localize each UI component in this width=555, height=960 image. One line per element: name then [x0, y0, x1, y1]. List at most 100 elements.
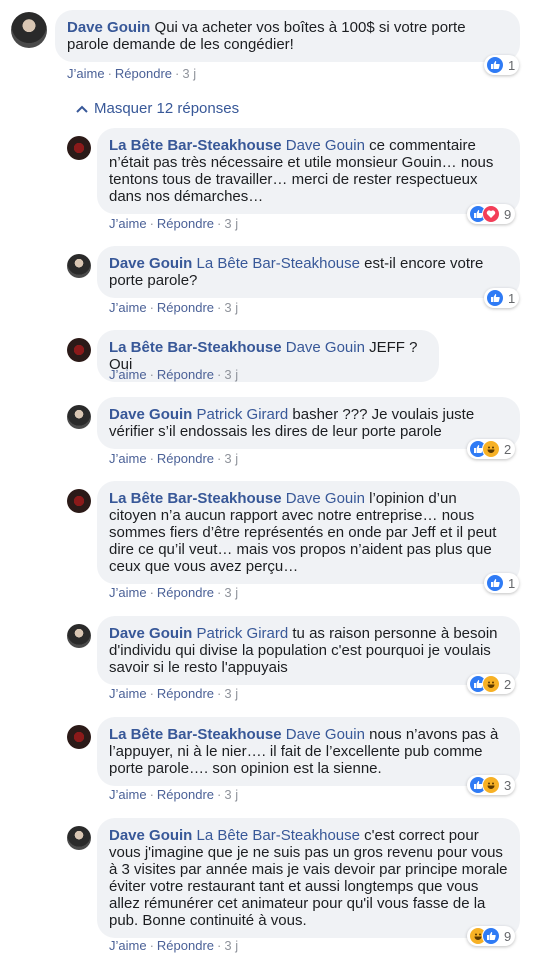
- comment-author[interactable]: Dave Gouin: [109, 625, 192, 642]
- mentioned-user[interactable]: Dave Gouin: [286, 726, 365, 743]
- separator: ·: [149, 938, 154, 953]
- comment-author[interactable]: Dave Gouin: [67, 19, 150, 36]
- comment-author[interactable]: La Bête Bar-Steakhouse: [109, 490, 282, 507]
- like-link[interactable]: J’aime: [109, 686, 147, 701]
- reaction-summary[interactable]: 2: [467, 674, 516, 694]
- separator: ·: [217, 451, 222, 466]
- like-link[interactable]: J’aime: [109, 300, 147, 315]
- timestamp[interactable]: 3 j: [224, 367, 238, 382]
- chevron-up-icon: [76, 100, 88, 117]
- separator: ·: [107, 66, 112, 81]
- separator: ·: [149, 451, 154, 466]
- separator: ·: [217, 367, 222, 382]
- reply-link[interactable]: Répondre: [157, 451, 214, 466]
- comment-actions: J’aime · Répondre · 3 j: [109, 686, 238, 701]
- comment-bubble: Dave Gouin La Bête Bar-Steakhouse est-il…: [97, 246, 520, 298]
- comment-author[interactable]: Dave Gouin: [109, 406, 192, 423]
- hide-replies-label: Masquer 12 réponses: [94, 100, 240, 117]
- mentioned-user[interactable]: Dave Gouin: [286, 339, 365, 356]
- separator: ·: [217, 300, 222, 315]
- reaction-count: 1: [508, 290, 516, 306]
- timestamp[interactable]: 3 j: [224, 938, 238, 953]
- avatar[interactable]: [67, 826, 91, 850]
- comment-bubble: Dave Gouin Qui va acheter vos boîtes à 1…: [55, 10, 520, 62]
- reaction-count: 2: [504, 676, 512, 692]
- love-reaction-icon: [482, 205, 500, 223]
- reply-link[interactable]: Répondre: [157, 367, 214, 382]
- comment-author[interactable]: Dave Gouin: [109, 255, 192, 272]
- separator: ·: [217, 585, 222, 600]
- avatar[interactable]: [67, 725, 91, 749]
- timestamp[interactable]: 3 j: [224, 787, 238, 802]
- like-link[interactable]: J’aime: [67, 66, 105, 81]
- comment-bubble: La Bête Bar-Steakhouse Dave Gouin ce com…: [97, 128, 520, 214]
- mentioned-user[interactable]: La Bête Bar-Steakhouse: [197, 255, 360, 272]
- reply-link[interactable]: Répondre: [157, 300, 214, 315]
- timestamp[interactable]: 3 j: [182, 66, 196, 81]
- like-reaction-icon: [482, 927, 500, 945]
- like-link[interactable]: J’aime: [109, 451, 147, 466]
- reaction-summary[interactable]: 1: [484, 288, 520, 308]
- reaction-summary[interactable]: 2: [467, 439, 516, 459]
- avatar[interactable]: [67, 136, 91, 160]
- comment-bubble: La Bête Bar-Steakhouse Dave Gouin l’opin…: [97, 481, 520, 584]
- comment-actions: J’aime · Répondre · 3 j: [109, 367, 238, 382]
- reply-link[interactable]: Répondre: [157, 787, 214, 802]
- separator: ·: [217, 216, 222, 231]
- timestamp[interactable]: 3 j: [224, 216, 238, 231]
- reaction-count: 1: [508, 575, 516, 591]
- comment-bubble: Dave Gouin Patrick Girard tu as raison p…: [97, 616, 520, 685]
- reaction-summary[interactable]: 9: [467, 926, 516, 946]
- separator: ·: [217, 938, 222, 953]
- like-link[interactable]: J’aime: [109, 787, 147, 802]
- like-reaction-icon: [486, 574, 504, 592]
- comment-actions: J’aime · Répondre · 3 j: [109, 787, 238, 802]
- reply-link[interactable]: Répondre: [157, 585, 214, 600]
- reply-link[interactable]: Répondre: [157, 216, 214, 231]
- reaction-summary[interactable]: 3: [467, 775, 516, 795]
- reply-link[interactable]: Répondre: [115, 66, 172, 81]
- avatar[interactable]: [67, 338, 91, 362]
- timestamp[interactable]: 3 j: [224, 451, 238, 466]
- hide-replies-toggle[interactable]: Masquer 12 réponses: [76, 100, 239, 117]
- comment-author[interactable]: La Bête Bar-Steakhouse: [109, 339, 282, 356]
- comment-author[interactable]: La Bête Bar-Steakhouse: [109, 137, 282, 154]
- avatar[interactable]: [67, 624, 91, 648]
- separator: ·: [149, 216, 154, 231]
- avatar[interactable]: [67, 254, 91, 278]
- like-link[interactable]: J’aime: [109, 585, 147, 600]
- reaction-count: 9: [504, 206, 512, 222]
- like-link[interactable]: J’aime: [109, 938, 147, 953]
- mentioned-user[interactable]: Patrick Girard: [197, 625, 289, 642]
- reply-link[interactable]: Répondre: [157, 938, 214, 953]
- avatar[interactable]: [67, 405, 91, 429]
- separator: ·: [149, 300, 154, 315]
- separator: ·: [149, 585, 154, 600]
- separator: ·: [149, 686, 154, 701]
- timestamp[interactable]: 3 j: [224, 585, 238, 600]
- comment-actions: J’aime · Répondre · 3 j: [109, 451, 238, 466]
- avatar[interactable]: [11, 12, 47, 48]
- reaction-summary[interactable]: 1: [484, 573, 520, 593]
- separator: ·: [149, 367, 154, 382]
- avatar[interactable]: [67, 489, 91, 513]
- reaction-summary[interactable]: 1: [484, 55, 520, 75]
- comment-actions: J’aime · Répondre · 3 j: [109, 585, 238, 600]
- timestamp[interactable]: 3 j: [224, 300, 238, 315]
- timestamp[interactable]: 3 j: [224, 686, 238, 701]
- reaction-summary[interactable]: 9: [467, 204, 516, 224]
- like-link[interactable]: J’aime: [109, 367, 147, 382]
- reply-link[interactable]: Répondre: [157, 686, 214, 701]
- comment-bubble: La Bête Bar-Steakhouse Dave Gouin nous n…: [97, 717, 520, 786]
- comment-author[interactable]: La Bête Bar-Steakhouse: [109, 726, 282, 743]
- reaction-count: 1: [508, 57, 516, 73]
- mentioned-user[interactable]: La Bête Bar-Steakhouse: [197, 827, 360, 844]
- mentioned-user[interactable]: Patrick Girard: [197, 406, 289, 423]
- like-link[interactable]: J’aime: [109, 216, 147, 231]
- separator: ·: [217, 787, 222, 802]
- mentioned-user[interactable]: Dave Gouin: [286, 490, 365, 507]
- separator: ·: [175, 66, 180, 81]
- comment-author[interactable]: Dave Gouin: [109, 827, 192, 844]
- comment-actions: J’aime · Répondre · 3 j: [109, 300, 238, 315]
- mentioned-user[interactable]: Dave Gouin: [286, 137, 365, 154]
